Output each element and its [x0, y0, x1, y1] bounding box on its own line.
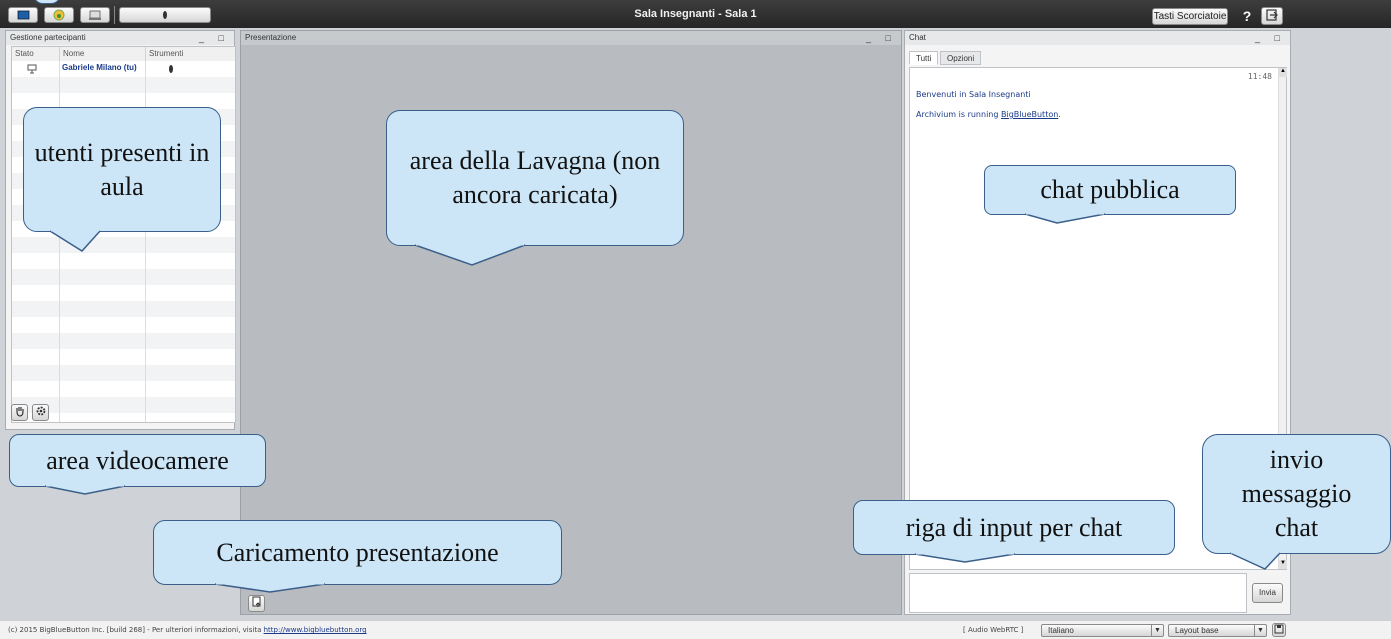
table-row: [12, 301, 235, 317]
participant-name: Gabriele Milano (tu): [62, 63, 137, 72]
upload-icon: [252, 596, 260, 607]
save-layout-button[interactable]: [1272, 623, 1286, 637]
footer-bar: (c) 2015 BigBlueButton Inc. [build 268] …: [0, 620, 1391, 639]
language-select[interactable]: Italiano ▼: [1041, 624, 1164, 637]
callout-tail: [44, 485, 126, 495]
chat-message: Archivium is running BigBlueButton.: [916, 110, 1061, 119]
table-row: [12, 269, 235, 285]
callout-tail: [214, 583, 326, 593]
callout-users: utenti presenti in aula: [23, 107, 221, 232]
participant-row[interactable]: Gabriele Milano (tu): [12, 61, 235, 77]
callout-tail: [1024, 213, 1106, 224]
chat-input[interactable]: [909, 573, 1247, 613]
chat-title: Chat: [905, 31, 1290, 45]
copyright-text: (c) 2015 BigBlueButton Inc. [build 268] …: [8, 626, 367, 634]
callout-send: invio messaggio chat: [1202, 434, 1391, 554]
layout-value: Layout base: [1175, 626, 1219, 635]
callout-tail: [414, 244, 526, 266]
column-header-status[interactable]: Stato: [12, 47, 60, 61]
chat-window-controls[interactable]: _ □: [1255, 31, 1286, 45]
table-row: [12, 365, 235, 381]
save-icon: [1274, 624, 1284, 634]
settings-button[interactable]: [32, 404, 49, 421]
logout-button[interactable]: [1261, 7, 1283, 25]
send-button[interactable]: Invia: [1252, 583, 1283, 603]
chevron-down-icon: ▼: [1151, 625, 1163, 636]
column-header-name[interactable]: Nome: [60, 47, 146, 61]
column-divider: [145, 47, 146, 422]
callout-upload: Caricamento presentazione: [153, 520, 562, 585]
callout-tail: [1229, 552, 1281, 570]
top-toolbar: Sala Insegnanti - Sala 1 Tasti Scorciato…: [0, 0, 1391, 28]
upload-presentation-button[interactable]: [248, 595, 265, 612]
chevron-down-icon: ▼: [1254, 625, 1266, 636]
callout-board: area della Lavagna (non ancora caricata): [386, 110, 684, 246]
presentation-title: Presentazione: [241, 31, 901, 45]
callout-video: area videocamere: [9, 434, 266, 487]
hand-icon: [15, 407, 24, 417]
logout-icon: [1266, 9, 1278, 21]
callout-input: riga di input per chat: [853, 500, 1175, 555]
participants-window-controls[interactable]: _ □: [199, 31, 230, 45]
shortcut-keys-button[interactable]: Tasti Scorciatoie: [1152, 8, 1228, 25]
column-header-tools[interactable]: Strumenti: [146, 47, 235, 61]
tab-options[interactable]: Opzioni: [940, 51, 982, 65]
table-row: [12, 333, 235, 349]
presentation-window-controls[interactable]: _ □: [866, 31, 897, 45]
help-button[interactable]: ?: [1238, 7, 1256, 25]
footer-link[interactable]: http://www.bigbluebutton.org: [264, 626, 367, 634]
layout-select[interactable]: Layout base ▼: [1168, 624, 1267, 637]
chat-message: Benvenuti in Sala Insegnanti: [916, 90, 1031, 99]
callout-tail: [49, 230, 101, 252]
raise-hand-button[interactable]: [11, 404, 28, 421]
callout-tail: [914, 553, 1016, 563]
gear-icon: [36, 406, 45, 416]
presenter-icon: [27, 64, 37, 74]
table-row: [12, 77, 235, 93]
scroll-up-arrow[interactable]: ▲: [1279, 68, 1287, 77]
language-value: Italiano: [1048, 626, 1074, 635]
tab-all[interactable]: Tutti: [909, 51, 939, 65]
audio-status: [ Audio WebRTC ]: [963, 626, 1024, 634]
callout-chat: chat pubblica: [984, 165, 1236, 215]
message-timestamp: 11:48: [1247, 72, 1272, 81]
bigbluebutton-link[interactable]: BigBlueButton: [1001, 110, 1058, 119]
microphone-status-icon[interactable]: [167, 63, 175, 75]
